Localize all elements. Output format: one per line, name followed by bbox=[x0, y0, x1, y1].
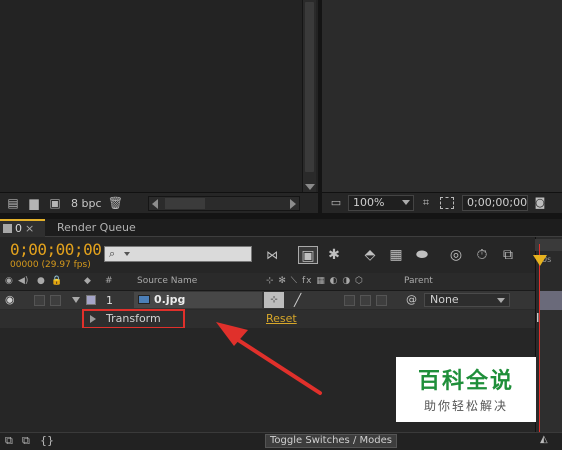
expand-layer-icon[interactable] bbox=[72, 297, 80, 303]
layer-switches-pane-icon[interactable]: ⧉ bbox=[5, 434, 13, 448]
project-horizontal-scrollbar[interactable] bbox=[148, 196, 300, 211]
shy-switch[interactable]: ⊹ bbox=[264, 292, 284, 308]
zoom-value: 100% bbox=[353, 196, 385, 209]
pick-whip-icon[interactable]: @ bbox=[406, 293, 417, 306]
lock-toggle[interactable] bbox=[50, 295, 61, 306]
composition-viewer[interactable] bbox=[322, 0, 562, 213]
transparency-grid-icon[interactable] bbox=[440, 197, 454, 209]
search-icon: ⌕ bbox=[109, 247, 116, 260]
chevron-down-icon bbox=[402, 200, 410, 205]
timeline-tab-bar: 0 × Render Queue bbox=[0, 219, 562, 237]
switches-column-icons: ⊹ ✻ ⟍ fx ▦ ◐ ◑ ⬡ bbox=[266, 276, 364, 286]
visibility-eye-icon[interactable]: ◉ bbox=[5, 293, 15, 306]
zoom-out-icon[interactable]: ◭ bbox=[540, 434, 548, 445]
scroll-left-icon[interactable] bbox=[152, 199, 158, 209]
composition-color-swatch bbox=[3, 224, 12, 233]
solo-icon[interactable]: ● bbox=[37, 276, 45, 286]
camera-snapshot-icon[interactable]: ◙ bbox=[532, 195, 548, 211]
trash-icon[interactable]: 🗑 bbox=[108, 196, 124, 210]
reset-link[interactable]: Reset bbox=[266, 312, 297, 325]
tab-composition-label: 0 bbox=[15, 222, 22, 235]
transform-property-row[interactable]: Transform Reset bbox=[0, 310, 535, 328]
scroll-down-icon[interactable] bbox=[305, 184, 315, 190]
close-icon[interactable]: × bbox=[25, 222, 34, 235]
lock-icon[interactable]: 🔒 bbox=[51, 276, 62, 286]
project-footer: ▤ ▆ ▣ 8 bpc 🗑 bbox=[0, 192, 318, 213]
annotation-highlight-box bbox=[82, 309, 185, 329]
in-out-pane-icon[interactable]: {} bbox=[40, 434, 54, 447]
label-tag-icon[interactable]: ◆ bbox=[84, 276, 91, 286]
layer-name-cell[interactable]: 0.jpg bbox=[134, 292, 262, 308]
adjustment-switch[interactable] bbox=[360, 295, 371, 306]
timeline-track-area[interactable] bbox=[539, 310, 562, 432]
tab-composition[interactable]: 0 × bbox=[0, 219, 45, 237]
composition-viewer-footer: ▭ 100% ⌗ 0;00;00;00 ◙ bbox=[322, 192, 562, 213]
layer-row[interactable]: ◉ 1 0.jpg ⊹ ╱ @ None bbox=[0, 291, 535, 310]
solo-toggle[interactable] bbox=[34, 295, 45, 306]
timeline-bottom-bar: ⧉ ⧉ {} Toggle Switches / Modes ◭ bbox=[0, 432, 562, 450]
playhead-handle[interactable] bbox=[533, 255, 547, 266]
draft-3d-icon[interactable]: ▣ bbox=[298, 246, 318, 264]
modes-pane-icon[interactable]: ⧉ bbox=[22, 434, 30, 448]
current-time-display[interactable]: 0;00;00;00 bbox=[10, 240, 102, 259]
layer-number: 1 bbox=[106, 294, 113, 307]
text-cursor-icon: I bbox=[536, 311, 540, 325]
viewer-timecode[interactable]: 0;00;00;00 bbox=[462, 195, 528, 211]
image-file-icon bbox=[138, 295, 150, 304]
eye-icon[interactable]: ◉ bbox=[5, 276, 13, 286]
scroll-right-icon[interactable] bbox=[290, 199, 296, 209]
comp-mini-flowchart-icon[interactable]: ⋈ bbox=[262, 246, 282, 264]
tab-render-queue[interactable]: Render Queue bbox=[57, 219, 136, 237]
region-of-interest-icon[interactable]: ⌗ bbox=[418, 195, 434, 211]
layer-duration-bar[interactable] bbox=[539, 291, 562, 310]
frame-rate-label: 00000 (29.97 fps) bbox=[10, 260, 91, 270]
effect-switch[interactable] bbox=[344, 295, 355, 306]
watermark-logo: 百科全说 助你轻松解决 bbox=[396, 357, 536, 422]
playhead-line[interactable] bbox=[539, 244, 540, 439]
parent-select[interactable]: None bbox=[424, 293, 510, 307]
brainstorm-icon[interactable]: ⬬ bbox=[412, 246, 432, 264]
layer-search-input[interactable]: ⌕ bbox=[104, 246, 252, 262]
hide-shy-layers-icon[interactable]: ✱ bbox=[324, 246, 344, 264]
quality-switch-icon[interactable]: ╱ bbox=[294, 293, 301, 307]
watermark-subtitle: 助你轻松解决 bbox=[423, 399, 508, 413]
chevron-down-icon bbox=[497, 298, 505, 303]
auto-keyframe-icon[interactable]: ◎ bbox=[446, 246, 466, 264]
motion-blur-icon[interactable]: ▦ bbox=[386, 246, 406, 264]
3d-layer-switch[interactable] bbox=[376, 295, 387, 306]
audio-icon[interactable]: ◀) bbox=[18, 276, 28, 286]
graph-editor-icon[interactable]: ⧉ bbox=[498, 246, 518, 264]
zoom-select[interactable]: 100% bbox=[348, 195, 414, 211]
layer-label-color[interactable] bbox=[86, 295, 96, 305]
toggle-switches-modes-button[interactable]: Toggle Switches / Modes bbox=[265, 434, 397, 448]
column-source-name[interactable]: Source Name bbox=[137, 276, 197, 286]
folder-icon[interactable]: ▆ bbox=[26, 196, 42, 210]
column-number: # bbox=[105, 276, 113, 286]
timer-icon[interactable]: ⏱ bbox=[472, 246, 492, 264]
timeline-column-headers: ◉ ◀) ● 🔒 ◆ # Source Name ⊹ ✻ ⟍ fx ▦ ◐ ◑ … bbox=[0, 273, 535, 291]
watermark-title: 百科全说 bbox=[417, 369, 514, 394]
scrollbar-thumb[interactable] bbox=[165, 198, 205, 209]
interpret-footage-icon[interactable]: ▤ bbox=[5, 196, 21, 210]
timeline-header: 0;00;00;00 00000 (29.97 fps) ⌕ ⋈ ▣ ✱ ⬘ ▦… bbox=[0, 237, 562, 273]
frame-blending-icon[interactable]: ⬘ bbox=[360, 246, 380, 264]
project-panel bbox=[0, 0, 318, 213]
layer-name[interactable]: 0.jpg bbox=[154, 293, 185, 306]
column-parent[interactable]: Parent bbox=[404, 276, 433, 286]
new-composition-icon[interactable]: ▣ bbox=[47, 196, 63, 210]
project-vertical-scrollbar[interactable] bbox=[302, 0, 316, 192]
chevron-down-icon[interactable] bbox=[124, 252, 130, 256]
scrollbar-thumb[interactable] bbox=[305, 2, 314, 172]
bpc-label[interactable]: 8 bpc bbox=[71, 197, 102, 210]
always-preview-icon[interactable]: ▭ bbox=[328, 195, 344, 211]
parent-value: None bbox=[430, 293, 459, 306]
